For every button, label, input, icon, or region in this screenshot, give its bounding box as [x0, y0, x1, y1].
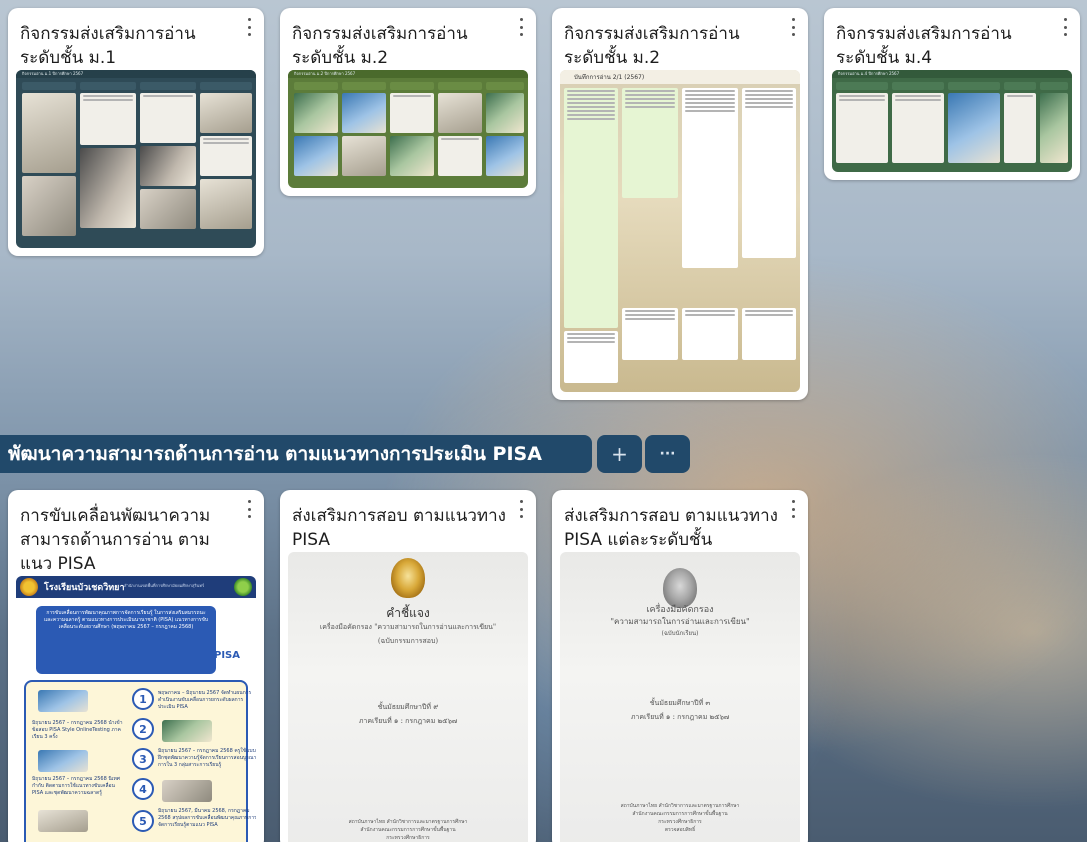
post-card-pisa-drive[interactable]: การขับเคลื่อนพัฒนาความสามารถด้านการอ่าน … — [8, 490, 264, 842]
post-card-reading-m2-a[interactable]: กิจกรรมส่งเสริมการอ่าน ระดับชั้น ม.2 กิจ… — [280, 8, 536, 196]
scan-line: (ฉบับนักเรียน) — [661, 630, 699, 637]
post-title: กิจกรรมส่งเสริมการอ่าน ระดับชั้น ม.2 — [292, 24, 468, 68]
school-name: โรงเรียนบัวเชดวิทยา — [44, 583, 125, 593]
kebab-menu-icon[interactable] — [242, 500, 256, 518]
scan-line: (ฉบับกรรมการสอบ) — [377, 637, 439, 645]
kebab-menu-icon[interactable] — [786, 500, 800, 518]
step-text: มิถุนายน 2567 – กรกฎาคม 2568 นำเข้าข้อสอ… — [32, 720, 123, 740]
document-thumbnail[interactable]: เครื่องมือคัดกรอง "ความสามารถในการอ่านแล… — [560, 552, 800, 842]
scan-line: ภาคเรียนที่ ๑ : กรกฎาคม ๒๕๖๗ — [358, 717, 458, 725]
post-title: กิจกรรมส่งเสริมการอ่าน ระดับชั้น ม.2 — [564, 24, 740, 68]
post-card-reading-m1[interactable]: กิจกรรมส่งเสริมการอ่าน ระดับชั้น ม.1 กิจ… — [8, 8, 264, 256]
thumbnail-header: กิจกรรมอ่าน ม.2 ปีการศึกษา 2567 — [294, 71, 356, 76]
school-logo-icon — [20, 578, 38, 596]
kebab-menu-icon[interactable] — [242, 18, 256, 36]
kebab-menu-icon[interactable] — [1058, 18, 1072, 36]
post-card-reading-m2-b[interactable]: กิจกรรมส่งเสริมการอ่าน ระดับชั้น ม.2 บัน… — [552, 8, 808, 400]
school-subtitle: สำนักงานเขตพื้นที่การศึกษามัธยมศึกษาสุริ… — [124, 583, 205, 588]
board-thumbnail[interactable]: กิจกรรมอ่าน ม.4 ปีการศึกษา 2567 — [832, 70, 1072, 172]
infographic-thumbnail[interactable]: โรงเรียนบัวเชดวิทยา สำนักงานเขตพื้นที่กา… — [16, 576, 256, 842]
scan-heading: คำชี้แจง — [386, 606, 430, 620]
step-number: 3 — [132, 748, 154, 770]
step-number: 1 — [132, 688, 154, 710]
plus-icon: + — [611, 442, 628, 466]
post-card-reading-m4[interactable]: กิจกรรมส่งเสริมการอ่าน ระดับชั้น ม.4 กิจ… — [824, 8, 1080, 180]
scan-footer: สถาบันภาษาไทย สำนักวิชาการและมาตรฐานการศ… — [348, 819, 468, 825]
step-illustration — [162, 720, 212, 742]
kebab-menu-icon[interactable] — [786, 18, 800, 36]
step-illustration — [38, 750, 88, 772]
thumbnail-header: กิจกรรมอ่าน ม.1 ปีการศึกษา 2567 — [22, 71, 84, 76]
scan-line: ชั้นมัธยมศึกษาปีที่ ๙ — [377, 703, 439, 711]
step-number: 2 — [132, 718, 154, 740]
ellipsis-icon: ··· — [659, 446, 676, 462]
step-number: 5 — [132, 810, 154, 832]
step-text: พฤษภาคม – มิถุนายน 2567 จัดทำแผนการดำเนิ… — [158, 690, 252, 710]
infographic-banner: การขับเคลื่อนการพัฒนาคุณภาพการจัดการเรีย… — [36, 606, 216, 674]
section-more-button[interactable]: ··· — [645, 435, 690, 473]
step-text: มิถุนายน 2567, มีนาคม 2568, กรกฎาคม 2568… — [158, 808, 256, 828]
step-illustration — [38, 810, 88, 832]
post-title: ส่งเสริมการสอบ ตามแนวทาง PISA แต่ละระดับ… — [564, 506, 778, 550]
emblem-seal-icon — [391, 558, 425, 598]
kebab-menu-icon[interactable] — [514, 500, 528, 518]
post-title: กิจกรรมส่งเสริมการอ่าน ระดับชั้น ม.4 — [836, 24, 1012, 68]
scan-line: เครื่องมือคัดกรอง — [646, 605, 714, 615]
scan-footer: ตรวจสอบสิทธิ์ — [664, 827, 696, 833]
post-title: การขับเคลื่อนพัฒนาความสามารถด้านการอ่าน … — [20, 506, 211, 574]
scan-footer: สถาบันภาษาไทย สำนักวิชาการและมาตรฐานการศ… — [620, 803, 740, 809]
section-title: พัฒนาความสามารถด้านการอ่าน ตามแนวทางการป… — [8, 443, 542, 465]
scan-line: เครื่องมือคัดกรอง "ความสามารถในการอ่านแล… — [319, 623, 497, 631]
step-illustration — [162, 780, 212, 802]
post-card-pisa-exam-levels[interactable]: ส่งเสริมการสอบ ตามแนวทาง PISA แต่ละระดับ… — [552, 490, 808, 842]
scan-line: "ความสามารถในการอ่านและการเขียน" — [610, 617, 750, 626]
steps-panel: 1 พฤษภาคม – มิถุนายน 2567 จัดทำแผนการดำเ… — [24, 680, 256, 842]
document-thumbnail[interactable]: คำชี้แจง เครื่องมือคัดกรอง "ความสามารถใน… — [288, 552, 528, 842]
scan-line: ชั้นมัธยมศึกษาปีที่ ๓ — [649, 699, 711, 707]
agency-logo-icon — [234, 578, 252, 596]
scan-footer: สำนักงานคณะกรรมการการศึกษาขั้นพื้นฐาน — [632, 811, 728, 817]
scan-footer: กระทรวงศึกษาธิการ — [658, 819, 702, 825]
post-title: ส่งเสริมการสอบ ตามแนวทาง PISA — [292, 506, 506, 550]
thumbnail-header: กิจกรรมอ่าน ม.4 ปีการศึกษา 2567 — [838, 71, 900, 76]
post-title: กิจกรรมส่งเสริมการอ่าน ระดับชั้น ม.1 — [20, 24, 196, 68]
infographic-headline: การขับเคลื่อนการพัฒนาคุณภาพการจัดการเรีย… — [43, 610, 209, 630]
board-thumbnail[interactable]: กิจกรรมอ่าน ม.1 ปีการศึกษา 2567 — [16, 70, 256, 248]
post-card-pisa-exam[interactable]: ส่งเสริมการสอบ ตามแนวทาง PISA คำชี้แจง เ… — [280, 490, 536, 842]
pisa-label: PISA — [214, 650, 240, 661]
board-thumbnail[interactable]: บันทึกการอ่าน 2/1 (2567) — [560, 70, 800, 392]
scan-line: ภาคเรียนที่ ๑ : กรกฎาคม ๒๕๖๗ — [630, 713, 730, 721]
step-text: มิถุนายน 2567 – กรกฎาคม 2568 นิเทศ กำกับ… — [32, 776, 120, 796]
scan-footer: สำนักงานคณะกรรมการการศึกษาขั้นพื้นฐาน — [360, 827, 456, 833]
section-header[interactable]: พัฒนาความสามารถด้านการอ่าน ตามแนวทางการป… — [0, 435, 592, 473]
thumbnail-header: บันทึกการอ่าน 2/1 (2567) — [574, 74, 645, 81]
step-illustration — [38, 690, 88, 712]
step-number: 4 — [132, 778, 154, 800]
step-text: มิถุนายน 2567 – กรกฎาคม 2568 ครูใช้แบบฝึ… — [158, 748, 256, 768]
add-post-button[interactable]: + — [597, 435, 642, 473]
board-thumbnail[interactable]: กิจกรรมอ่าน ม.2 ปีการศึกษา 2567 — [288, 70, 528, 188]
scan-footer: กระทรวงศึกษาธิการ — [386, 835, 430, 841]
kebab-menu-icon[interactable] — [514, 18, 528, 36]
